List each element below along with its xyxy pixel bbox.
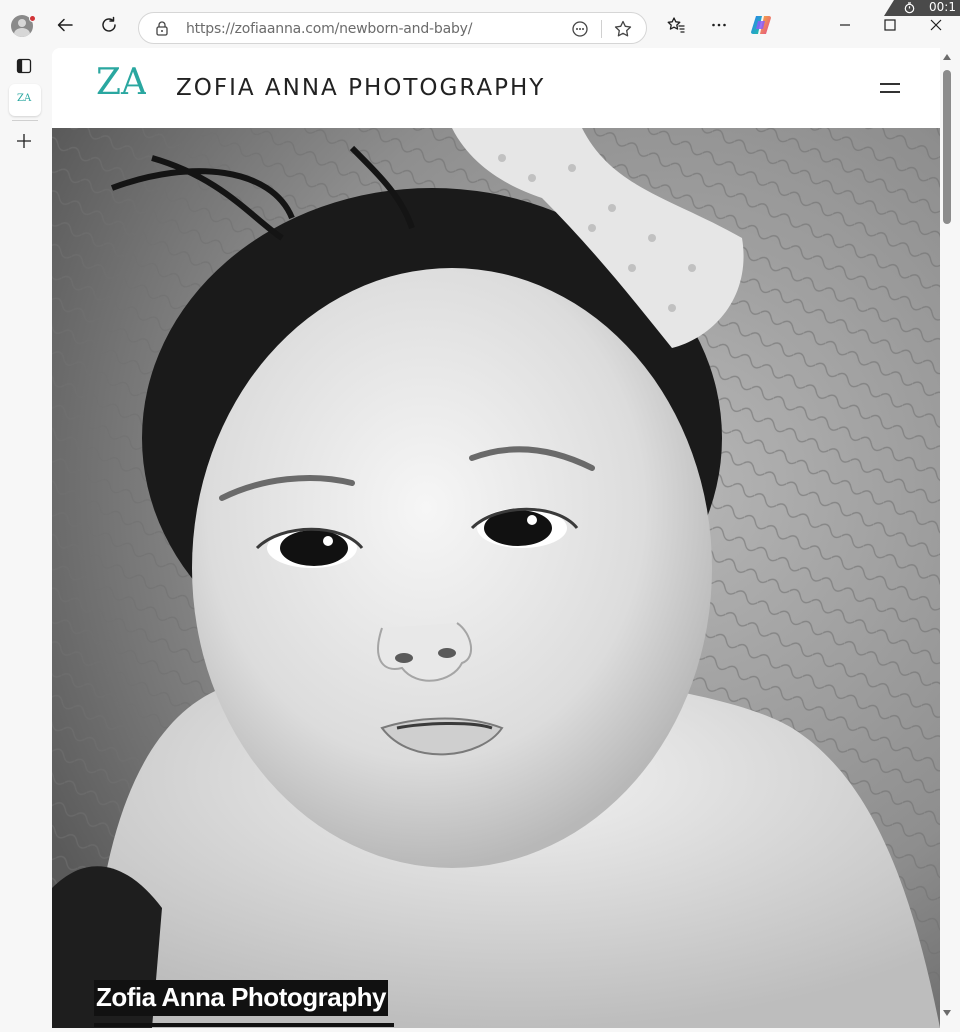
baby-photo <box>52 128 940 1028</box>
page-scrollbar[interactable] <box>940 48 956 1028</box>
url-path: /newborn-and-baby/ <box>334 21 473 37</box>
favorites-icon <box>667 17 685 33</box>
more-icon <box>712 23 726 27</box>
menu-icon-line <box>880 91 900 93</box>
window-edge <box>956 48 960 1032</box>
site-logo[interactable]: ZA <box>94 60 146 116</box>
page-viewport: ZA ZOFIA ANNA PHOTOGRAPHY Zofia Anna Pho… <box>52 48 940 1028</box>
refresh-button[interactable] <box>94 10 124 40</box>
new-tab-icon <box>17 134 31 148</box>
favorites-button[interactable] <box>661 10 691 40</box>
minimize-button[interactable] <box>830 10 860 40</box>
sidebar-divider <box>12 120 38 121</box>
hero-image: Zofia Anna Photography <box>52 128 940 1028</box>
tab-zofia-anna[interactable]: ZA <box>9 84 41 116</box>
caption-underline <box>94 1023 394 1027</box>
address-bar[interactable]: https://zofiaanna.com/newborn-and-baby/ <box>138 12 647 44</box>
copilot-icon <box>751 16 771 34</box>
browser-toolbar: https://zofiaanna.com/newborn-and-baby/ … <box>0 0 960 48</box>
lock-icon[interactable] <box>154 20 170 37</box>
notification-dot <box>29 15 36 22</box>
menu-icon <box>880 83 900 85</box>
address-divider <box>601 20 602 38</box>
url-text[interactable]: https://zofiaanna.com/newborn-and-baby/ <box>186 21 472 37</box>
site-header: ZA ZOFIA ANNA PHOTOGRAPHY <box>52 48 940 128</box>
menu-button[interactable] <box>880 81 900 95</box>
scroll-up-arrow-icon[interactable] <box>943 54 951 60</box>
scroll-thumb[interactable] <box>943 70 951 224</box>
tab-actions-button[interactable] <box>9 51 39 81</box>
more-button[interactable] <box>704 10 734 40</box>
copilot-button[interactable] <box>746 10 776 40</box>
favicon-za-icon: ZA <box>17 93 32 104</box>
back-icon <box>57 18 73 32</box>
url-host: https://zofiaanna.com <box>186 21 335 37</box>
timer-text: 00:1 <box>929 0 956 14</box>
vertical-tabs-icon <box>16 58 32 74</box>
reader-icon[interactable] <box>571 20 589 38</box>
close-icon <box>930 19 942 31</box>
minimize-icon <box>840 24 850 26</box>
favorite-star-icon[interactable] <box>613 19 633 39</box>
session-timer: 00:1 <box>884 0 960 16</box>
site-title[interactable]: ZOFIA ANNA PHOTOGRAPHY <box>176 75 545 101</box>
new-tab-button[interactable] <box>9 126 39 156</box>
maximize-icon <box>884 19 896 31</box>
timer-icon <box>904 2 915 14</box>
hero-caption: Zofia Anna Photography <box>94 980 388 1016</box>
scroll-down-arrow-icon[interactable] <box>943 1010 951 1016</box>
vertical-tabs-sidebar: ZA <box>0 48 48 1032</box>
logo-text: ZA <box>96 62 146 103</box>
refresh-icon <box>102 16 116 32</box>
back-button[interactable] <box>50 10 80 40</box>
favicon-text: ZA <box>17 93 32 104</box>
